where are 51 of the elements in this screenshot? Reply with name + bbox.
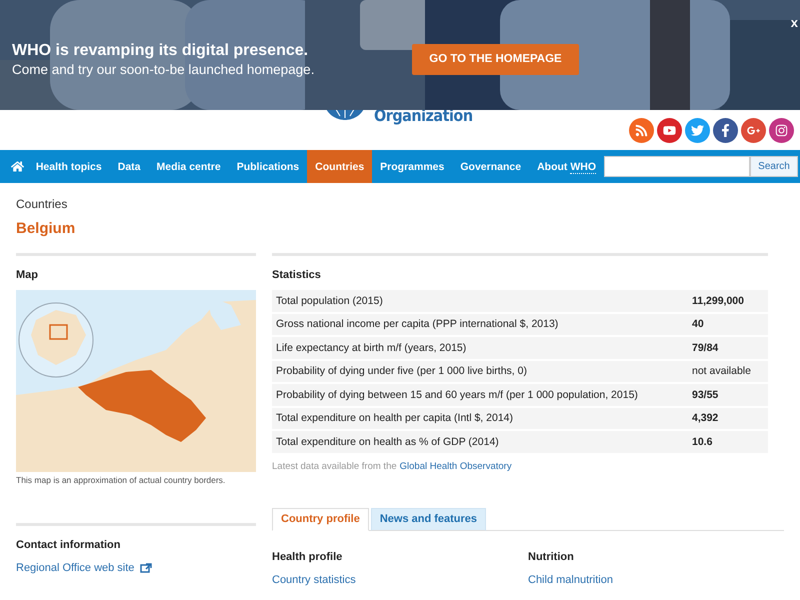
breadcrumb: Countries xyxy=(16,197,68,211)
search-button[interactable]: Search xyxy=(750,156,798,177)
stat-label: Gross national income per capita (PPP international $, 2013) xyxy=(276,318,560,330)
instagram-icon[interactable] xyxy=(769,118,794,143)
nav-item[interactable]: Countries xyxy=(307,150,372,183)
stat-label: Probability of dying between 15 and 60 years m/f (per 1 000 population, 2015) xyxy=(276,388,639,401)
section-heading: Map xyxy=(16,269,39,281)
search-field[interactable] xyxy=(604,156,750,177)
nav-item[interactable]: Media centre xyxy=(148,150,229,183)
nav-item[interactable]: Programmes xyxy=(372,150,452,183)
data-note: Latest data available from the xyxy=(272,460,397,472)
rss-icon[interactable] xyxy=(629,118,654,143)
stat-label: Total population (2015) xyxy=(276,294,384,307)
stat-value: 79/84 xyxy=(692,342,718,354)
stat-label: Probability of dying under five (per 1 000 live births, 0) xyxy=(276,365,528,378)
twitter-icon[interactable] xyxy=(685,118,710,143)
stat-value: 10.6 xyxy=(692,436,712,448)
regional-office-link[interactable]: Regional Office web site xyxy=(16,562,134,574)
stat-value: 93/55 xyxy=(692,388,718,401)
facebook-icon[interactable] xyxy=(713,118,738,143)
stat-value: not available xyxy=(692,365,751,378)
profile-link[interactable]: Country statistics xyxy=(272,574,356,586)
tab[interactable]: News and features xyxy=(370,508,486,530)
stat-value: 4,392 xyxy=(692,412,718,424)
homepage-button[interactable]: GO TO THE HOMEPAGE xyxy=(412,44,579,74)
google-plus-icon[interactable] xyxy=(741,118,766,143)
nav-item[interactable]: Health topics xyxy=(28,150,110,183)
stat-label: Total expenditure on health as % of GDP (2014) xyxy=(276,436,500,448)
profile-heading: Nutrition xyxy=(528,550,575,562)
nav-item[interactable]: About WHO xyxy=(529,150,604,183)
nav-item[interactable]: Publications xyxy=(228,150,308,183)
logo-text: Organization xyxy=(374,106,473,125)
profile-heading: Health profile xyxy=(272,550,344,562)
stat-label: Life expectancy at birth m/f (years, 2015) xyxy=(276,342,468,354)
nav-item[interactable]: Data xyxy=(110,150,149,183)
close-button[interactable]: x xyxy=(790,15,798,30)
youtube-icon[interactable] xyxy=(657,118,682,143)
nav-item[interactable]: Governance xyxy=(452,150,530,183)
section-heading: Statistics xyxy=(272,269,322,281)
map-caption: This map is an approximation of actual country borders. xyxy=(16,475,226,485)
banner-title: WHO is revamping its digital presence. xyxy=(12,42,310,60)
profile-link[interactable]: Child malnutrition xyxy=(528,574,613,586)
stat-value: 40 xyxy=(692,318,704,330)
page-title: Belgium xyxy=(16,220,76,237)
banner-subtitle: Come and try our soon-to-be launched homepage. xyxy=(12,62,316,76)
observatory-link[interactable]: Global Health Observatory xyxy=(400,460,512,472)
stat-label: Total expenditure on health per capita (Intl $, 2014) xyxy=(276,412,514,424)
external-link-icon xyxy=(140,563,152,573)
tab[interactable]: Country profile xyxy=(272,508,369,530)
stat-value: 11,299,000 xyxy=(692,294,744,307)
section-heading: Contact information xyxy=(16,539,122,551)
